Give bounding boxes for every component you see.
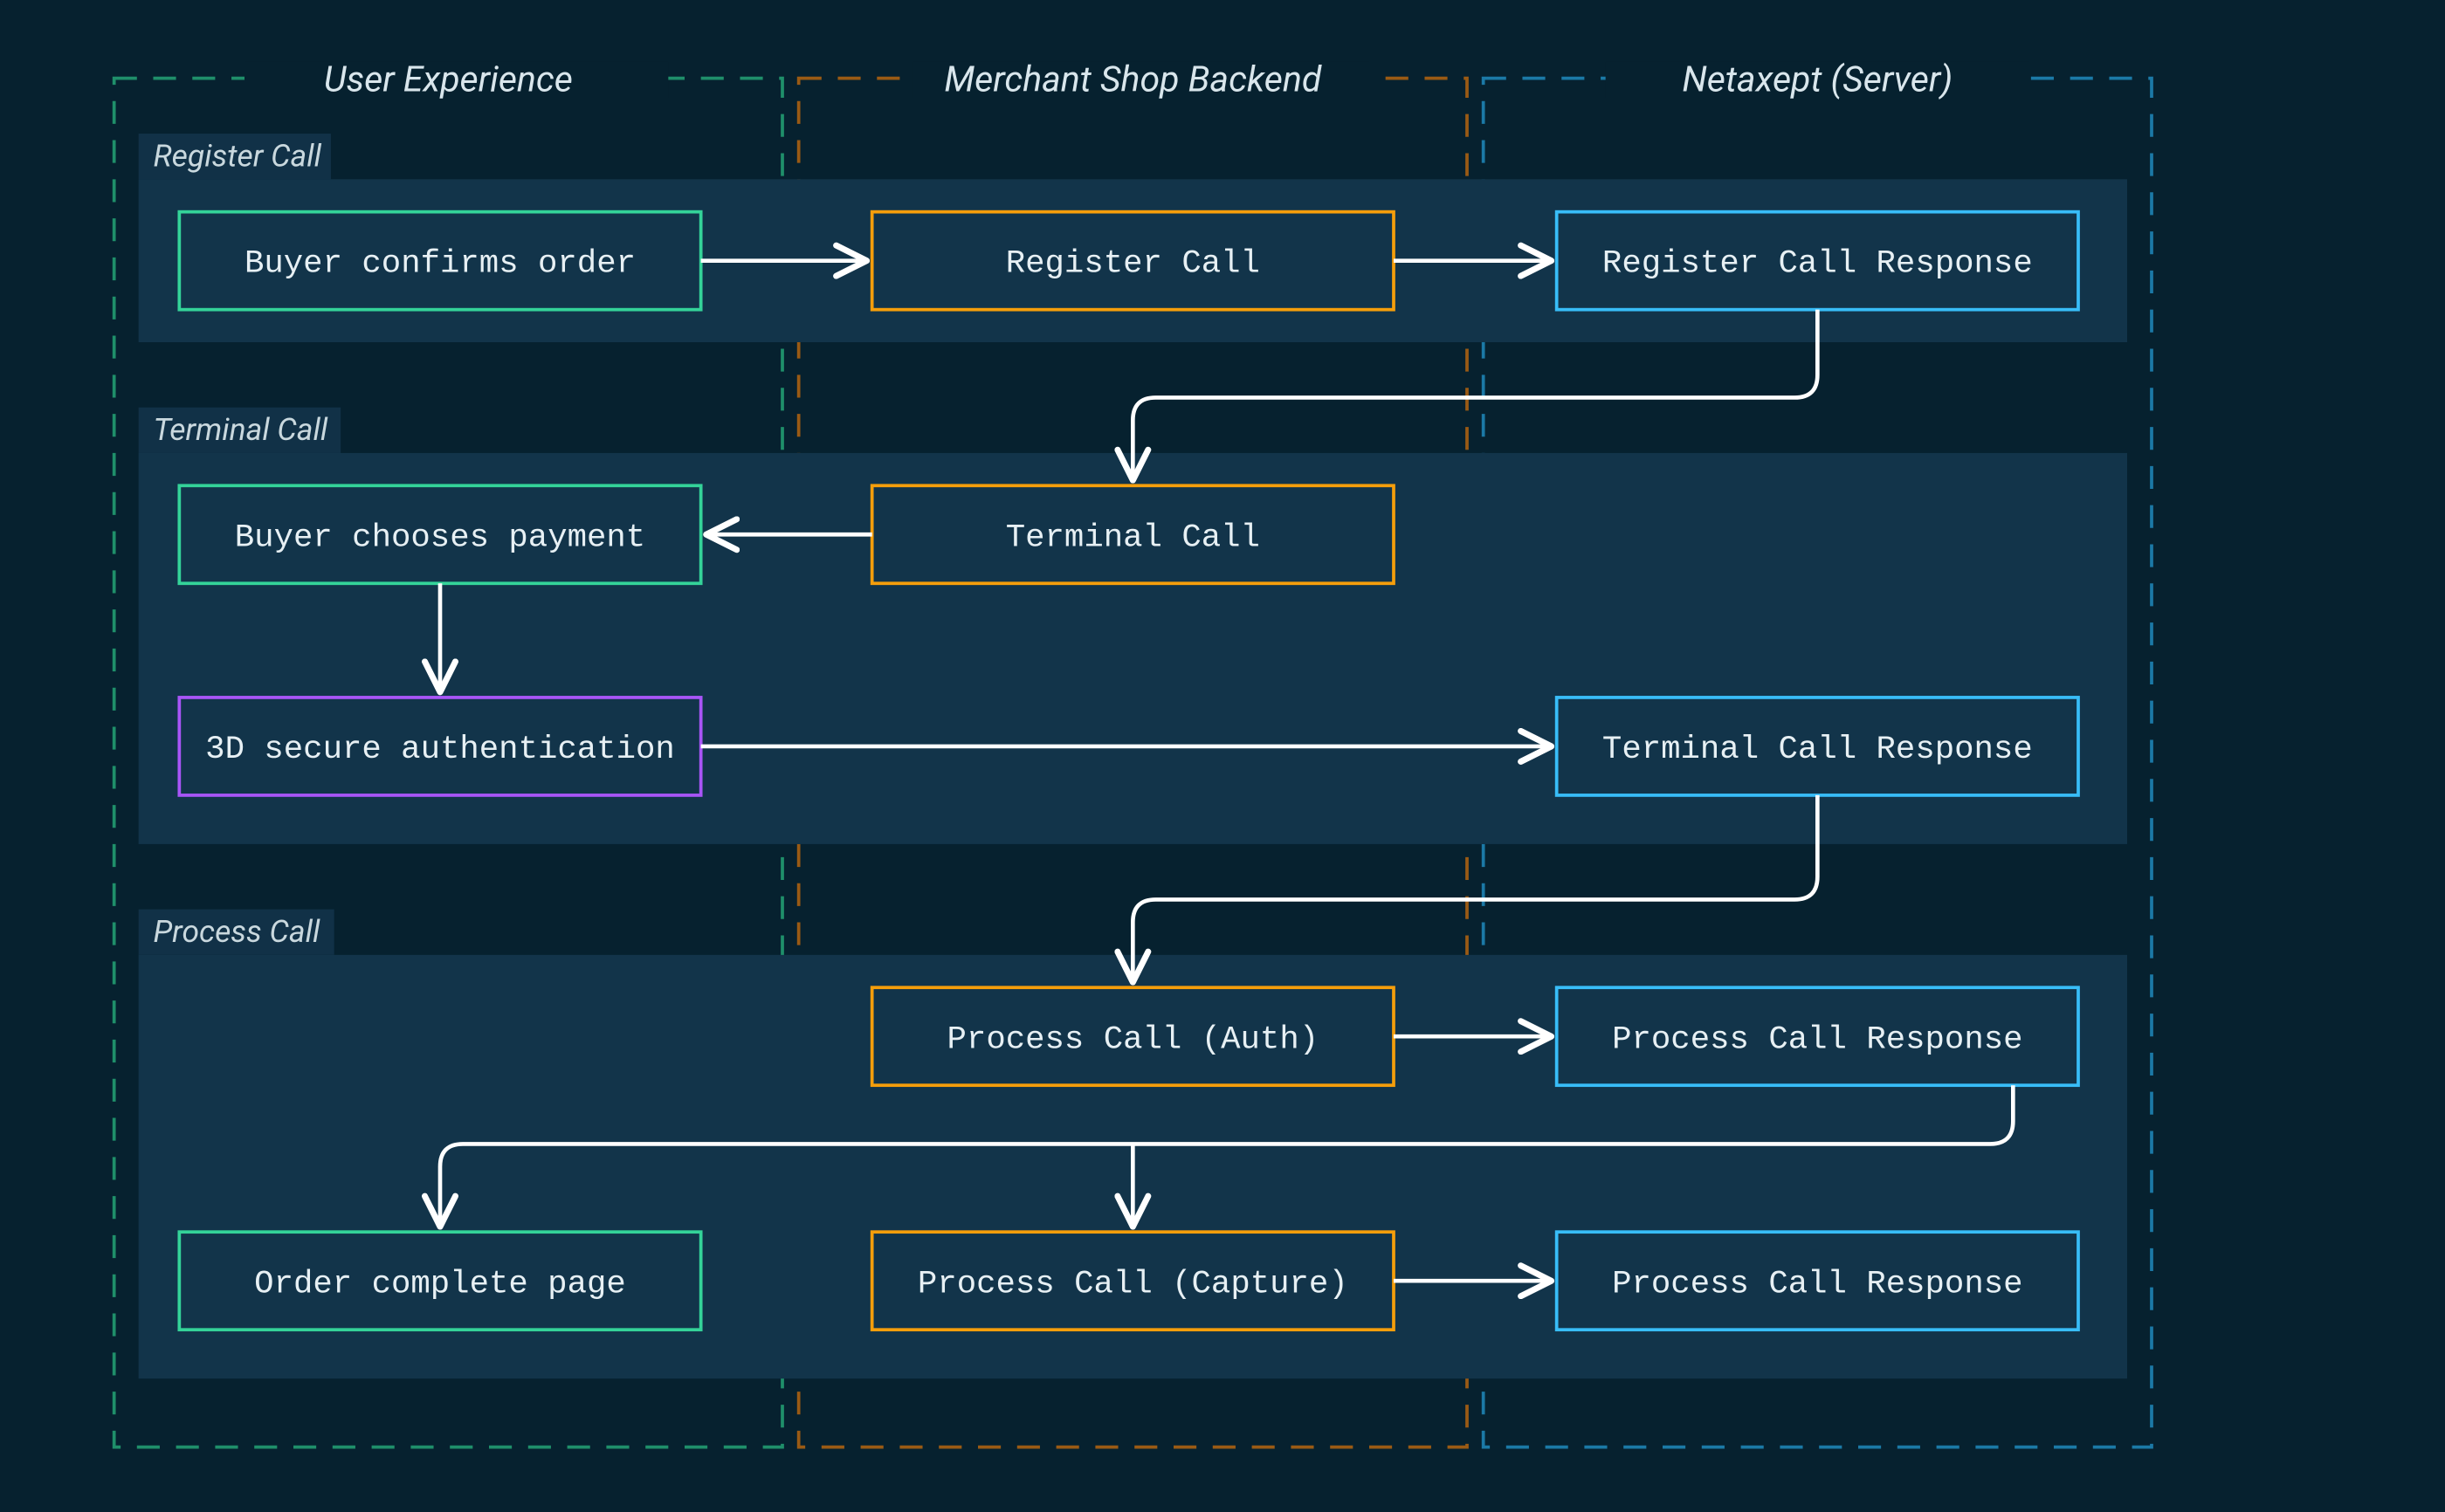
node-process-response-1-label: Process Call Response xyxy=(1612,1021,2022,1058)
section-process-label: Process Call xyxy=(153,913,320,950)
node-process-auth-label: Process Call (Auth) xyxy=(947,1021,1319,1058)
section-terminal-label: Terminal Call xyxy=(153,411,327,448)
swimlane-backend-label: Merchant Shop Backend xyxy=(944,59,1321,101)
node-terminal-call-label: Terminal Call xyxy=(1006,519,1260,556)
node-buyer-chooses-label: Buyer chooses payment xyxy=(235,519,645,556)
node-register-response-label: Register Call Response xyxy=(1602,246,2033,283)
swimlane-user-label: User Experience xyxy=(324,59,573,101)
node-3ds-label: 3D secure authentication xyxy=(205,732,675,768)
swimlane-server-label: Netaxept (Server) xyxy=(1682,59,1953,101)
section-register-label: Register Call xyxy=(153,137,321,174)
node-terminal-response-label: Terminal Call Response xyxy=(1602,732,2033,768)
node-buyer-confirms-label: Buyer confirms order xyxy=(244,246,636,283)
section-terminal-panel xyxy=(139,453,2127,844)
node-order-complete-label: Order complete page xyxy=(254,1266,626,1302)
node-register-call-label: Register Call xyxy=(1006,246,1260,283)
node-process-response-2-label: Process Call Response xyxy=(1612,1266,2022,1302)
node-process-capture-label: Process Call (Capture) xyxy=(918,1266,1348,1302)
